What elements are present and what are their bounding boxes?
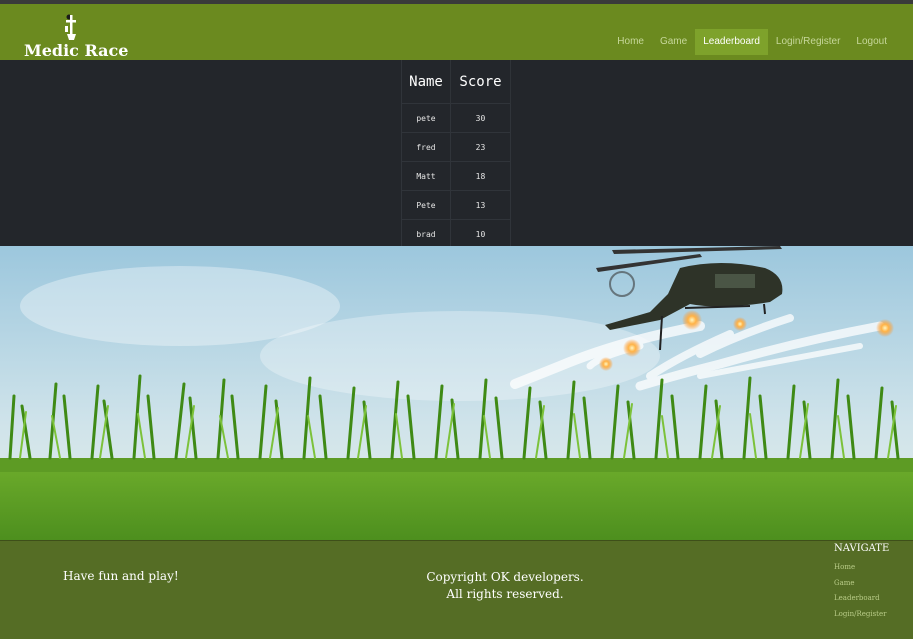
table-row: brad 10 — [401, 219, 511, 248]
nav-login-register[interactable]: Login/Register — [768, 29, 848, 55]
player-name: brad — [401, 219, 451, 248]
main-nav: Home Game Leaderboard Login/Register Log… — [609, 29, 895, 55]
table-row: Pete 13 — [401, 190, 511, 220]
footer-copyright: Copyright OK developers. All rights rese… — [405, 569, 605, 603]
navbar: Medic Race Home Game Leaderboard Login/R… — [0, 4, 913, 60]
leaderboard-section: Name Score pete 30 fred 23 Matt 18 Pete … — [0, 60, 913, 248]
player-name: Matt — [401, 161, 451, 191]
nav-home[interactable]: Home — [609, 29, 652, 55]
footer-link-login-register[interactable]: Login/Register — [834, 607, 889, 623]
player-name: pete — [401, 103, 451, 133]
table-row: pete 30 — [401, 103, 511, 133]
player-score: 13 — [450, 190, 511, 220]
footer-navigation: NAVIGATE Home Game Leaderboard Login/Reg… — [834, 543, 889, 622]
player-score: 10 — [450, 219, 511, 248]
table-row: fred 23 — [401, 132, 511, 162]
column-header-name: Name — [401, 60, 451, 104]
brand-name: Medic Race — [24, 41, 129, 60]
medic-logo-icon — [65, 14, 76, 40]
column-header-score: Score — [450, 60, 511, 104]
player-score: 30 — [450, 103, 511, 133]
table-header-row: Name Score — [401, 60, 511, 104]
table-row: Matt 18 — [401, 161, 511, 191]
player-score: 18 — [450, 161, 511, 191]
footer-link-leaderboard[interactable]: Leaderboard — [834, 591, 889, 607]
player-name: Pete — [401, 190, 451, 220]
logo[interactable]: Medic Race — [24, 10, 128, 60]
footer-nav-title: NAVIGATE — [834, 543, 890, 554]
player-name: fred — [401, 132, 451, 162]
helicopter-field-illustration — [0, 246, 913, 540]
player-score: 23 — [450, 132, 511, 162]
leaderboard-table: Name Score pete 30 fred 23 Matt 18 Pete … — [401, 60, 511, 248]
copyright-line-1: Copyright OK developers. — [426, 570, 584, 584]
nav-leaderboard[interactable]: Leaderboard — [695, 29, 768, 55]
background-scene — [0, 246, 913, 540]
footer: Have fun and play! Copyright OK develope… — [0, 540, 913, 639]
nav-logout[interactable]: Logout — [848, 29, 895, 55]
footer-tagline: Have fun and play! — [63, 569, 179, 583]
footer-link-game[interactable]: Game — [834, 576, 889, 592]
copyright-line-2: All rights reserved. — [446, 587, 564, 601]
nav-game[interactable]: Game — [652, 29, 695, 55]
footer-link-home[interactable]: Home — [834, 560, 889, 576]
